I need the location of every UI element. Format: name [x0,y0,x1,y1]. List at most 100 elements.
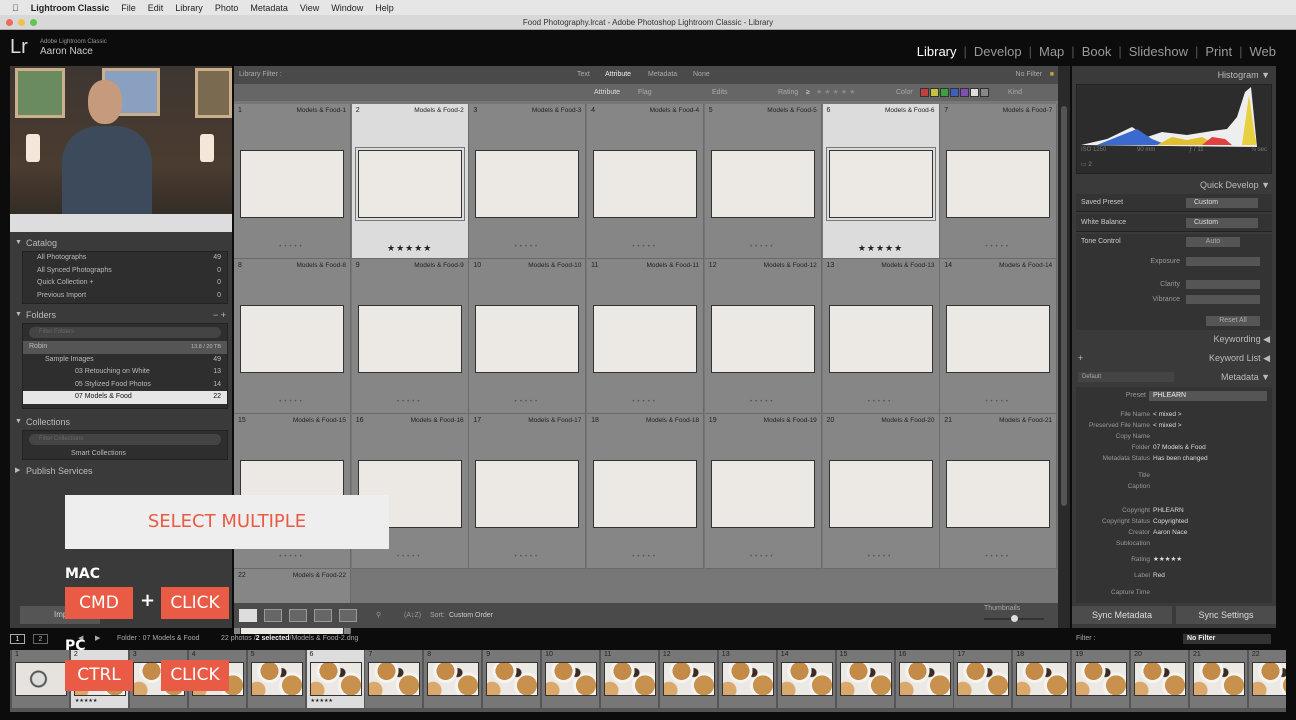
metadata-header[interactable]: Metadata ▼ [1221,372,1270,382]
lock-icon[interactable]: ■ [1050,66,1054,84]
filmstrip-thumb[interactable]: 15 [836,650,895,708]
grid-cell[interactable]: 14 Models & Food-14 ••••• [940,259,1058,414]
metadata-field[interactable]: Preserved File Name < mixed > [1076,420,1276,431]
publish-services-header[interactable]: ▶ Publish Services [10,464,232,478]
star-rating[interactable]: ★★★★★ [352,243,468,254]
grid-cell[interactable]: 20 Models & Food-20 ••••• [822,414,940,569]
metadata-field[interactable]: Sublocation [1076,538,1276,549]
catalog-all-photographs[interactable]: All Photographs 49 [23,252,227,265]
metadata-field[interactable]: Metadata Status Has been changed [1076,453,1276,464]
menu-photo[interactable]: Photo [215,3,239,13]
filmstrip-thumb[interactable]: 9 [483,650,542,708]
filmstrip-image[interactable] [1193,662,1245,696]
star-rating-empty[interactable]: ••••• [234,244,350,250]
module-book[interactable]: Book [1082,44,1112,59]
grid-cell[interactable]: 19 Models & Food-19 ••••• [704,414,822,569]
grid-cell[interactable]: 2 Models & Food-2 ★★★★★ [351,104,469,259]
metadata-field[interactable]: Folder 07 Models & Food [1076,442,1276,453]
metadata-field-value[interactable]: Aaron Nace [1153,527,1187,538]
quick-develop-header[interactable]: Quick Develop ▼ [1200,180,1270,190]
filmstrip-image[interactable] [368,662,421,696]
grid-cell[interactable]: 7 Models & Food-7 ••••• [940,104,1058,259]
rating-filter-stars[interactable]: ★★★★★ [816,84,857,101]
filmstrip-filter-select[interactable]: No Filter [1183,634,1271,644]
add-folder-icon[interactable]: − + [213,308,226,322]
filmstrip-thumb[interactable]: 14 [777,650,836,708]
exposure-buttons[interactable] [1186,257,1260,266]
color-swatch[interactable] [940,88,949,97]
metadata-field[interactable]: Rating ★★★★★ [1076,554,1276,565]
filmstrip-image[interactable] [662,662,715,696]
zoom-button[interactable] [30,19,37,26]
photo-thumbnail[interactable] [475,460,580,528]
photo-thumbnail[interactable] [946,150,1051,218]
grid-cell[interactable]: 8 Models & Food-8 ••••• [234,259,351,414]
filmstrip-thumb[interactable]: 11 [601,650,659,708]
star-rating-empty[interactable]: ••••• [469,554,585,560]
filter-tab-metadata[interactable]: Metadata [648,66,677,84]
module-develop[interactable]: Develop [974,44,1022,59]
photo-thumbnail[interactable] [475,305,580,373]
keyword-list-header[interactable]: Keyword List ◀ [1209,353,1270,364]
metadata-field[interactable]: Label Red [1076,570,1276,581]
grid-scrollbar[interactable] [1058,66,1070,628]
metadata-field[interactable]: Copyright PHLEARN [1076,505,1276,516]
smart-collections[interactable]: Smart Collections [23,448,227,461]
sort-direction-icon[interactable]: (A↕Z) [404,603,421,628]
sync-metadata-button[interactable]: Sync Metadata [1072,606,1172,624]
menu-metadata[interactable]: Metadata [250,3,288,13]
filter-tab-attribute[interactable]: Attribute [605,66,631,84]
second-window-button[interactable]: 2 [33,634,48,644]
catalog-previous-import[interactable]: Previous Import 0 [23,290,227,303]
apple-icon[interactable]:  [12,3,19,13]
filmstrip-image[interactable] [839,662,892,696]
folder-07-selected[interactable]: 07 Models & Food 22 [23,391,227,404]
reset-all-button[interactable]: Reset All [1206,316,1260,326]
star-rating-empty[interactable]: ••••• [705,399,821,405]
kind-filter[interactable]: Kind [1008,84,1022,101]
module-library[interactable]: Library [917,44,957,59]
menu-view[interactable]: View [300,3,319,13]
grid-cell[interactable]: 3 Models & Food-3 ••••• [469,104,587,259]
star-rating-empty[interactable]: ••••• [940,554,1056,560]
photo-thumbnail[interactable] [593,305,698,373]
loupe-view-icon[interactable] [264,609,282,622]
color-swatch[interactable] [980,88,989,97]
star-rating-empty[interactable]: ••••• [234,399,350,405]
white-balance-select[interactable]: Custom [1186,218,1258,228]
grid-cell[interactable]: 17 Models & Food-17 ••••• [469,414,587,569]
metadata-field[interactable]: File Name < mixed > [1076,409,1276,420]
metadata-field-value[interactable]: ★★★★★ [1153,554,1182,565]
metadata-field-value[interactable]: < mixed > [1153,409,1182,420]
filter-tab-text[interactable]: Text [577,66,590,84]
grid-cell[interactable]: 18 Models & Food-18 ••••• [587,414,705,569]
filmstrip-image[interactable] [957,662,1010,696]
menu-window[interactable]: Window [331,3,363,13]
photo-thumbnail[interactable] [357,305,462,373]
compare-view-icon[interactable] [289,609,307,622]
grid-cell[interactable]: 6 Models & Food-6 ★★★★★ [822,104,940,259]
photo-thumbnail[interactable] [710,305,815,373]
photo-thumbnail[interactable] [828,460,933,528]
grid-cell[interactable]: 9 Models & Food-9 ••••• [351,259,469,414]
filmstrip-image[interactable] [427,662,480,696]
photo-thumbnail[interactable] [354,147,465,221]
menu-help[interactable]: Help [375,3,394,13]
photo-thumbnail[interactable] [475,150,580,218]
filmstrip-thumb[interactable]: 1 [12,650,70,708]
metadata-view-select[interactable]: Default [1078,372,1174,382]
metadata-field[interactable]: Caption [1076,481,1276,492]
folder-03[interactable]: 03 Retouching on White 13 [23,366,227,379]
catalog-all-synced[interactable]: All Synced Photographs 0 [23,265,227,278]
filmstrip-thumb[interactable]: 8 [424,650,483,708]
auto-tone-button[interactable]: Auto [1186,237,1240,247]
metadata-field-value[interactable]: Red [1153,570,1165,581]
star-rating-empty[interactable]: ••••• [234,554,350,560]
metadata-field[interactable]: Creator Aaron Nace [1076,527,1276,538]
photo-thumbnail[interactable] [710,150,815,218]
module-print[interactable]: Print [1205,44,1232,59]
filmstrip-thumb[interactable]: 10 [542,650,601,708]
filmstrip-image[interactable] [486,662,539,696]
catalog-header[interactable]: ▼ Catalog [10,236,232,250]
collection-filter-input[interactable]: Filter Collections [29,434,221,445]
